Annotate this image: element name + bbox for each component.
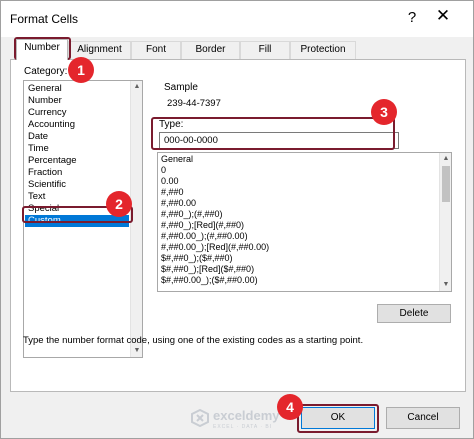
format-code-item[interactable]: #,##0 (161, 187, 184, 198)
scroll-up-icon[interactable]: ▲ (440, 153, 451, 165)
category-item-time[interactable]: Time (25, 143, 129, 155)
type-description: Type the number format code, using one o… (23, 335, 364, 346)
category-item-date[interactable]: Date (25, 131, 129, 143)
format-code-item[interactable]: #,##0.00_);[Red](#,##0.00) (161, 242, 269, 253)
category-label: Category: (24, 66, 68, 77)
close-button[interactable]: ✕ (433, 6, 453, 26)
step-badge-4: 4 (277, 394, 303, 420)
tab-strip: Number Alignment Font Border Fill Protec… (10, 39, 470, 60)
number-tab-panel: Category: General Number Currency Accoun… (10, 59, 466, 392)
category-item-general[interactable]: General (25, 83, 129, 95)
format-code-item[interactable]: $#,##0_);($#,##0) (161, 253, 233, 264)
format-code-list[interactable]: General 0 0.00 #,##0 #,##0.00 #,##0_);(#… (157, 152, 452, 292)
category-item-currency[interactable]: Currency (25, 107, 129, 119)
format-code-item[interactable]: General (161, 154, 193, 165)
highlight-ok-button (297, 404, 379, 433)
delete-button[interactable]: Delete (377, 304, 451, 323)
format-code-item[interactable]: $#,##0.00_);($#,##0.00) (161, 275, 258, 286)
format-code-item[interactable]: $#,##0_);[Red]($#,##0) (161, 264, 254, 275)
category-item-number[interactable]: Number (25, 95, 129, 107)
cancel-button[interactable]: Cancel (386, 407, 460, 429)
step-badge-3: 3 (371, 99, 397, 125)
tab-font[interactable]: Font (131, 41, 181, 59)
scroll-up-icon[interactable]: ▲ (131, 81, 142, 93)
watermark-tagline: EXCEL · DATA · BI (213, 424, 273, 430)
tab-fill[interactable]: Fill (240, 41, 290, 59)
format-code-item[interactable]: #,##0.00_);(#,##0.00) (161, 231, 248, 242)
category-item-percentage[interactable]: Percentage (25, 155, 129, 167)
category-item-accounting[interactable]: Accounting (25, 119, 129, 131)
sample-value: 239-44-7397 (167, 98, 221, 109)
format-code-item[interactable]: 0 (161, 165, 166, 176)
dialog-title: Format Cells (10, 12, 79, 26)
format-code-item[interactable]: #,##0.00 (161, 198, 196, 209)
format-code-item[interactable]: #,##0_);(#,##0) (161, 209, 223, 220)
category-item-scientific[interactable]: Scientific (25, 179, 129, 191)
format-code-item[interactable]: 0.00 (161, 176, 179, 187)
scroll-down-icon[interactable]: ▼ (131, 345, 142, 357)
tab-protection[interactable]: Protection (290, 41, 356, 59)
help-button[interactable]: ? (402, 9, 422, 26)
highlight-type-field (151, 117, 395, 150)
format-list-scrollbar[interactable]: ▲ ▼ (439, 153, 451, 291)
title-bar: Format Cells ? ✕ (1, 1, 473, 37)
scroll-down-icon[interactable]: ▼ (440, 279, 451, 291)
step-badge-2: 2 (106, 191, 132, 217)
format-code-item[interactable]: #,##0_);[Red](#,##0) (161, 220, 244, 231)
watermark-name: exceldemy (213, 408, 280, 423)
sample-label: Sample (164, 82, 198, 93)
category-item-fraction[interactable]: Fraction (25, 167, 129, 179)
format-cells-dialog: Format Cells ? ✕ Number Alignment Font B… (0, 0, 474, 439)
step-badge-1: 1 (68, 57, 94, 83)
scroll-thumb[interactable] (442, 166, 450, 202)
exceldemy-logo-icon (191, 409, 209, 427)
tab-border[interactable]: Border (181, 41, 240, 59)
tab-number[interactable]: Number (16, 39, 68, 60)
